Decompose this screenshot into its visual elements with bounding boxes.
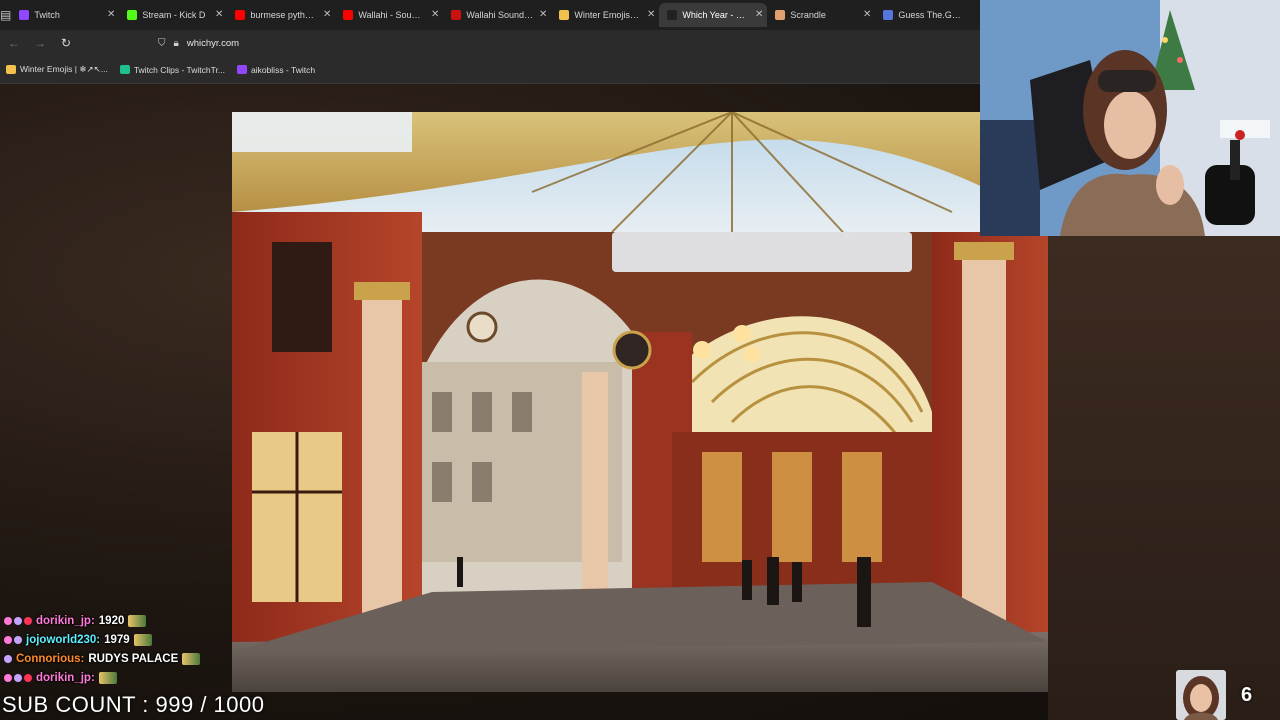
tab-close-icon[interactable]: ✕: [431, 9, 439, 20]
bookmark-item[interactable]: Winter Emojis | ❄↗↖...: [6, 64, 108, 75]
chat-badge-icon: [24, 673, 32, 682]
tab-label: Guess The.Game #: [898, 10, 966, 20]
avatar-image: [1176, 670, 1226, 720]
tab-search-icon[interactable]: ▤: [0, 0, 11, 30]
page-side-panel: [1048, 236, 1280, 720]
chat-badge-icon: [14, 673, 22, 682]
stream-screen: ▤ Twitch ✕ Stream - Kick D ✕ burmese python …: [0, 0, 1280, 720]
chat-message: dorikin_jp:: [4, 668, 234, 687]
tab-favicon-icon: [127, 10, 138, 20]
tab-close-icon[interactable]: ✕: [863, 9, 871, 20]
bookmarks-bar: Winter Emojis | ❄↗↖... Twitch Clips - Twi…: [0, 56, 980, 84]
tab-label: burmese python - Y: [250, 10, 317, 20]
tab-label: Twitch: [34, 10, 60, 20]
chat-text: RUDYS PALACE: [88, 652, 179, 665]
chat-badge-icon: [4, 673, 12, 682]
tab-favicon-icon: [667, 10, 678, 20]
webcam-feed: [980, 0, 1280, 236]
bookmark-item[interactable]: Twitch Clips - TwitchTr...: [119, 64, 225, 75]
forward-icon[interactable]: →: [28, 31, 52, 55]
tab-favicon-icon: [559, 10, 570, 20]
tab-favicon-icon: [19, 10, 30, 20]
bookmark-label: Winter Emojis | ❄↗↖...: [20, 64, 108, 74]
tab-favicon-icon: [235, 10, 246, 20]
url-text[interactable]: whichyr.com: [187, 38, 239, 49]
tab-label: Scrandle: [790, 10, 826, 20]
browser-toolbar: ← → ↻ ⛉ 🔒︎ whichyr.com: [0, 30, 980, 56]
back-icon[interactable]: ←: [2, 31, 26, 55]
chat-emote-icon: [98, 671, 117, 684]
browser-tab[interactable]: Which Year - Photo ✕: [659, 3, 768, 27]
chat-badge-icon: [14, 635, 22, 644]
chat-emote-icon: [182, 652, 201, 665]
tab-favicon-icon: [451, 10, 462, 20]
chat-message: Connorious: RUDYS PALACE: [4, 649, 234, 668]
bookmark-favicon-icon: [236, 65, 247, 74]
tab-favicon-icon: [775, 10, 786, 20]
browser-tab[interactable]: Winter Emojis | ❄↗ ✕: [551, 3, 659, 27]
site-info-icon[interactable]: ⛉: [158, 38, 166, 49]
tab-favicon-icon: [343, 10, 354, 20]
address-bar[interactable]: ⛉ 🔒︎ whichyr.com: [158, 32, 239, 54]
market-photo-image: [232, 112, 1048, 692]
chat-message: jojoworld230: 1979: [4, 630, 234, 649]
game-photo[interactable]: [232, 112, 1048, 692]
tab-close-icon[interactable]: ✕: [323, 9, 331, 20]
round-number: 6: [1241, 684, 1253, 706]
browser-tab[interactable]: Twitch ✕: [11, 3, 119, 27]
browser-tab[interactable]: Wallahi Soundboard ✕: [443, 3, 551, 27]
chat-badge-icon: [24, 616, 32, 625]
lock-icon: 🔒︎: [173, 37, 179, 49]
tab-close-icon[interactable]: ✕: [647, 9, 655, 20]
chat-badge-icon: [4, 635, 12, 644]
tab-close-icon[interactable]: ✕: [755, 9, 763, 20]
chat-badge-icon: [14, 616, 22, 625]
tab-close-icon[interactable]: ✕: [215, 9, 223, 20]
tab-label: Wallahi - Sound Effe: [358, 10, 425, 20]
chat-username: jojoworld230:: [26, 633, 101, 646]
tab-close-icon[interactable]: ✕: [107, 9, 115, 20]
browser-tab[interactable]: Wallahi - Sound Effe ✕: [335, 3, 443, 27]
chat-username: dorikin_jp:: [36, 614, 95, 627]
streamer-camera-image: [980, 0, 1280, 236]
tab-label: Wallahi Soundboard: [466, 10, 534, 20]
tab-label: Winter Emojis | ❄↗: [574, 9, 641, 20]
tab-close-icon[interactable]: ✕: [539, 9, 547, 20]
reload-icon[interactable]: ↻: [54, 31, 78, 55]
chat-username: dorikin_jp:: [36, 671, 95, 684]
bookmark-label: aikobliss - Twitch: [250, 64, 316, 75]
chat-text: 1979: [104, 633, 130, 646]
browser-tab[interactable]: burmese python - Y ✕: [227, 3, 335, 27]
chat-emote-icon: [128, 614, 147, 627]
tab-label: Which Year - Photo: [682, 10, 749, 20]
chat-emote-icon: [133, 633, 152, 646]
chat-text: 1920: [98, 614, 125, 627]
bookmark-favicon-icon: [119, 65, 130, 74]
bookmark-favicon-icon: [6, 65, 16, 74]
chat-badge-icon: [4, 654, 12, 663]
browser-tab-bar: ▤ Twitch ✕ Stream - Kick D ✕ burmese python …: [0, 0, 980, 30]
mini-avatar: [1176, 670, 1226, 720]
chat-username: Connorious:: [16, 652, 85, 665]
browser-tab[interactable]: Guess The.Game #: [875, 3, 983, 27]
tab-label: Stream - Kick D: [142, 10, 206, 20]
sub-count-text: SUB COUNT : 999 / 1000: [2, 692, 265, 717]
chat-message: dorikin_jp: 1920: [4, 611, 234, 630]
bookmark-label: Twitch Clips - TwitchTr...: [133, 64, 225, 75]
chat-badge-icon: [4, 616, 12, 625]
browser-tab[interactable]: Stream - Kick D ✕: [119, 3, 227, 27]
tab-favicon-icon: [883, 10, 894, 20]
chat-overlay: dorikin_jp: 1920 jojoworld230: 1979 Connorio…: [4, 611, 234, 687]
bookmark-item[interactable]: aikobliss - Twitch: [236, 64, 316, 75]
browser-tab[interactable]: Scrandle ✕: [767, 3, 875, 27]
